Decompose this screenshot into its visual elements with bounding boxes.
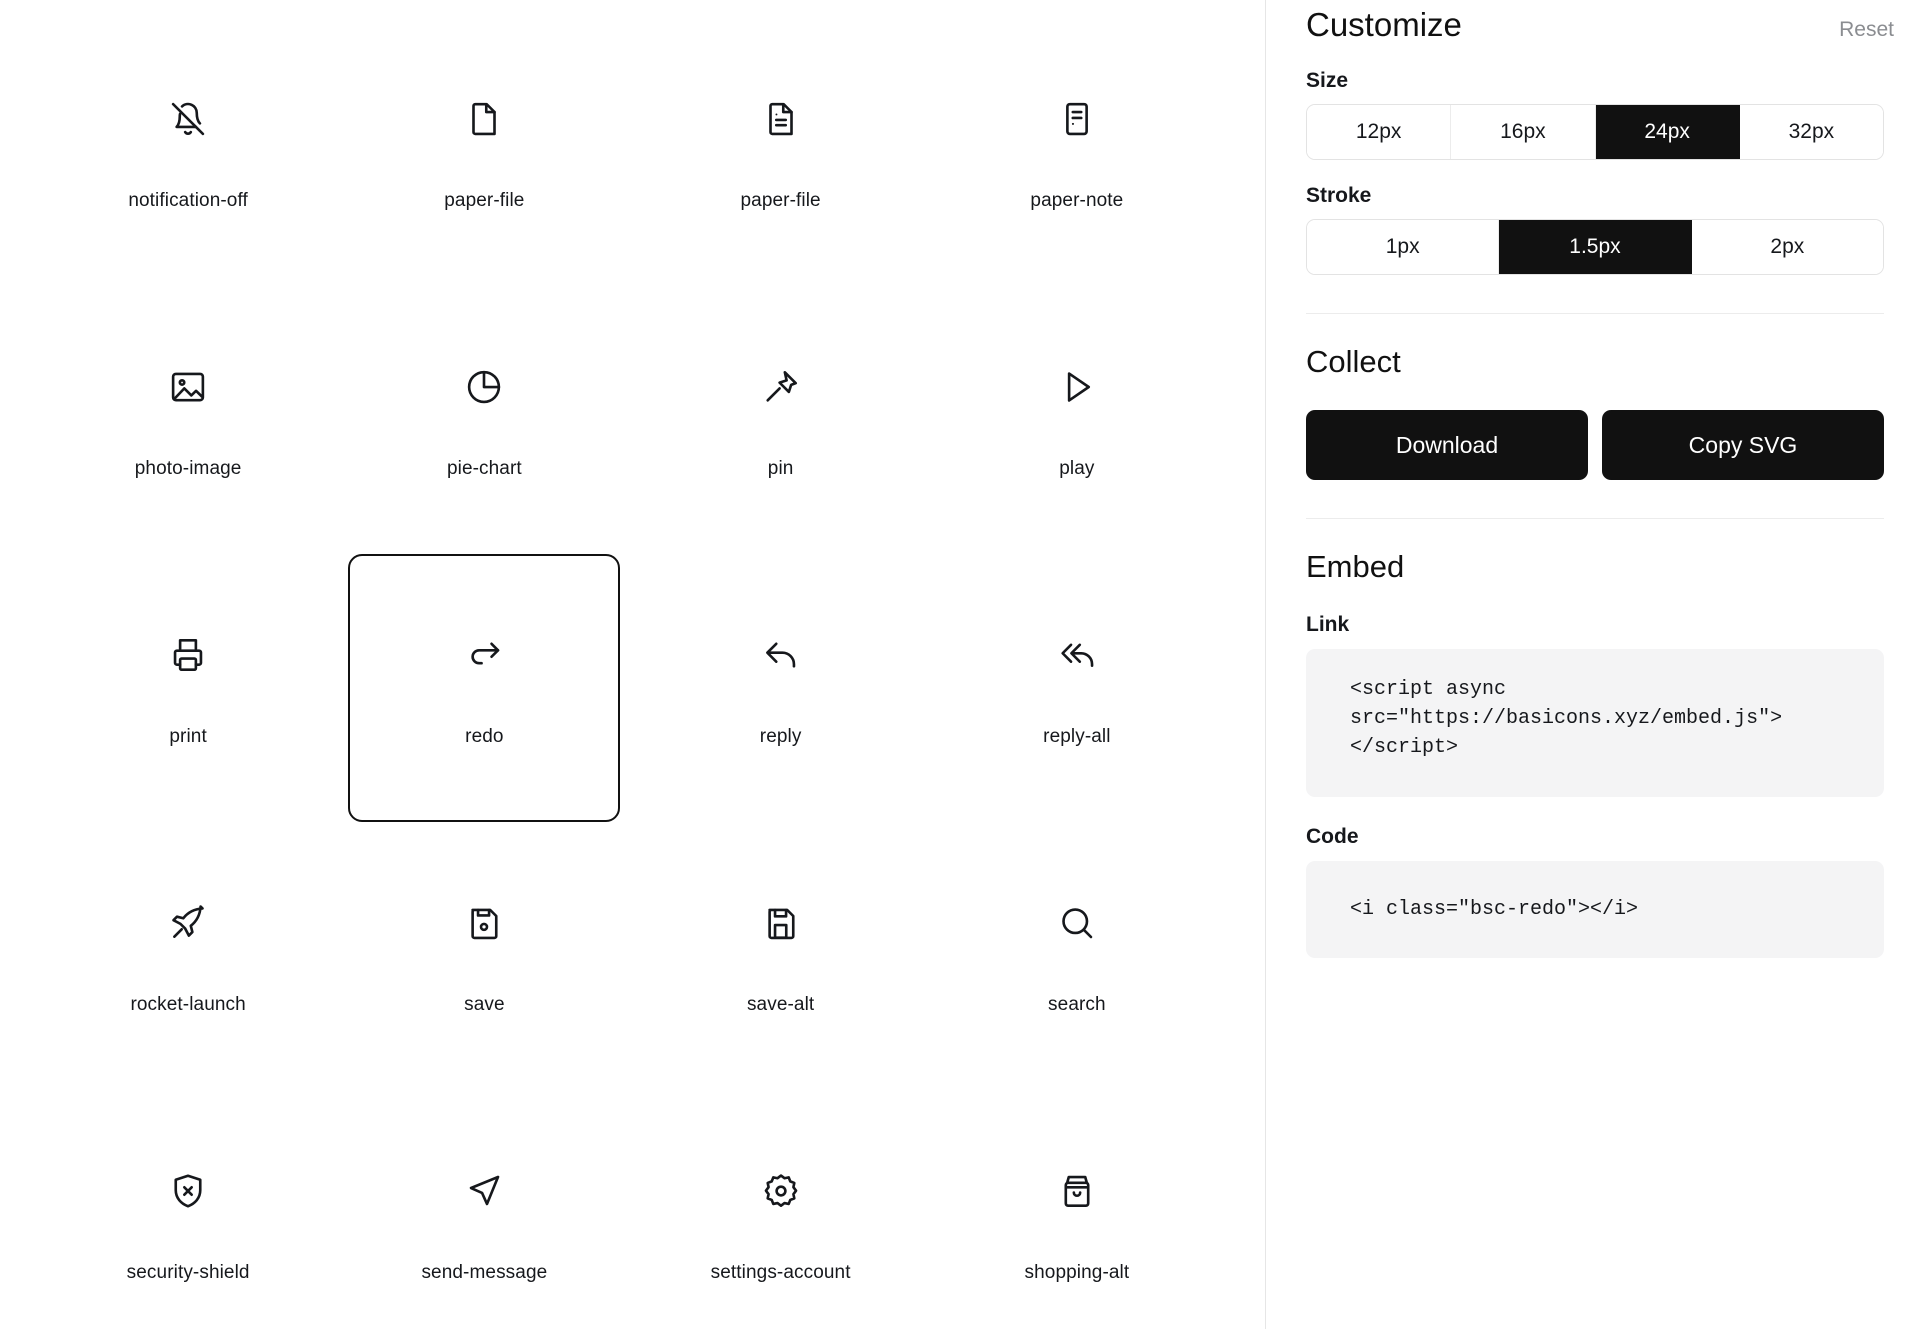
print-icon	[164, 631, 212, 679]
size-segmented-control[interactable]: 12px 16px 24px 32px	[1306, 104, 1884, 161]
stroke-segmented-control[interactable]: 1px 1.5px 2px	[1306, 219, 1884, 276]
settings-account-icon	[757, 1167, 805, 1215]
icon-label: security-shield	[126, 1261, 250, 1283]
icon-cell-save[interactable]: save	[348, 822, 620, 1090]
icon-label: paper-file	[444, 189, 525, 211]
icon-label: save-alt	[746, 993, 815, 1015]
photo-image-icon	[164, 363, 212, 411]
collect-section-title: Collect	[1306, 344, 1401, 380]
icon-label: settings-account	[710, 1261, 851, 1283]
icon-label: reply	[759, 725, 802, 747]
icon-label: notification-off	[128, 189, 248, 211]
stroke-option-2px[interactable]: 2px	[1691, 220, 1883, 275]
security-shield-icon	[164, 1167, 212, 1215]
icon-label: shopping-alt	[1024, 1261, 1130, 1283]
divider-collect	[1306, 313, 1884, 315]
icon-grid: notification-off paper-file paper-file pape…	[0, 0, 1265, 1329]
panel-header: Customize Reset	[1306, 0, 1894, 45]
icon-cell-send-message[interactable]: send-message	[348, 1090, 620, 1329]
reset-button[interactable]: Reset	[1839, 18, 1894, 42]
send-message-icon	[460, 1167, 508, 1215]
app-root: notification-off paper-file paper-file pape…	[0, 0, 1916, 1329]
size-label: Size	[1306, 69, 1349, 93]
icon-cell-paper-file-lines[interactable]: paper-file	[645, 18, 917, 286]
shopping-alt-icon	[1053, 1167, 1101, 1215]
copy-svg-button[interactable]: Copy SVG	[1602, 410, 1884, 481]
icon-label: save	[464, 993, 505, 1015]
icon-cell-paper-note[interactable]: paper-note	[941, 18, 1213, 286]
icon-cell-shopping-alt[interactable]: shopping-alt	[941, 1090, 1213, 1329]
reply-all-icon	[1053, 631, 1101, 679]
icon-grid-pane: notification-off paper-file paper-file pape…	[0, 0, 1266, 1329]
icon-cell-rocket-launch[interactable]: rocket-launch	[52, 822, 324, 1090]
size-option-12px[interactable]: 12px	[1307, 105, 1452, 160]
icon-label: rocket-launch	[130, 993, 246, 1015]
redo-icon	[460, 631, 508, 679]
rocket-launch-icon	[164, 899, 212, 947]
icon-label: pie-chart	[446, 457, 522, 479]
page-title: Customize	[1306, 6, 1462, 43]
code-label: Code	[1306, 825, 1359, 849]
icon-cell-print[interactable]: print	[52, 554, 324, 822]
size-option-32px[interactable]: 32px	[1739, 105, 1883, 160]
stroke-option-1-5px[interactable]: 1.5px	[1499, 220, 1692, 275]
icon-label: search	[1048, 993, 1106, 1015]
collect-button-row: Download Copy SVG	[1306, 410, 1894, 481]
icon-cell-save-alt[interactable]: save-alt	[645, 822, 917, 1090]
icon-label: play	[1059, 457, 1095, 479]
icon-cell-paper-file[interactable]: paper-file	[348, 18, 620, 286]
download-button[interactable]: Download	[1306, 410, 1588, 481]
icon-cell-search[interactable]: search	[941, 822, 1213, 1090]
notification-off-icon	[164, 95, 212, 143]
paper-file-lines-icon	[757, 95, 805, 143]
size-option-24px[interactable]: 24px	[1595, 105, 1740, 160]
stroke-label: Stroke	[1306, 184, 1372, 208]
icon-label: pin	[767, 457, 794, 479]
icon-cell-reply[interactable]: reply	[645, 554, 917, 822]
icon-cell-settings-account[interactable]: settings-account	[645, 1090, 917, 1329]
search-icon	[1053, 899, 1101, 947]
play-icon	[1053, 363, 1101, 411]
embed-code-snippet[interactable]: <i class="bsc-redo"></i>	[1306, 861, 1884, 959]
icon-label: redo	[465, 725, 504, 747]
paper-file-icon	[460, 95, 508, 143]
pin-icon	[757, 363, 805, 411]
save-alt-icon	[757, 899, 805, 947]
reply-icon	[757, 631, 805, 679]
paper-note-icon	[1053, 95, 1101, 143]
stroke-option-1px[interactable]: 1px	[1307, 220, 1500, 275]
customize-panel: Customize Reset Size 12px 16px 24px 32px St…	[1266, 0, 1916, 1329]
icon-label: send-message	[421, 1261, 548, 1283]
save-icon	[460, 899, 508, 947]
pie-chart-icon	[460, 363, 508, 411]
divider-embed	[1306, 518, 1884, 520]
icon-cell-play[interactable]: play	[941, 286, 1213, 554]
icon-cell-notification-off[interactable]: notification-off	[52, 18, 324, 286]
icon-cell-photo-image[interactable]: photo-image	[52, 286, 324, 554]
icon-label: photo-image	[134, 457, 242, 479]
icon-cell-redo[interactable]: redo	[348, 554, 621, 822]
icon-cell-security-shield[interactable]: security-shield	[52, 1090, 324, 1329]
icon-cell-pin[interactable]: pin	[645, 286, 917, 554]
embed-section-title: Embed	[1306, 549, 1405, 585]
icon-label: print	[169, 725, 207, 747]
icon-label: paper-file	[740, 189, 821, 211]
icon-cell-reply-all[interactable]: reply-all	[941, 554, 1213, 822]
icon-cell-pie-chart[interactable]: pie-chart	[348, 286, 620, 554]
embed-link-code[interactable]: <script async src="https://basicons.xyz/…	[1306, 649, 1884, 798]
icon-label: reply-all	[1043, 725, 1111, 747]
link-label: Link	[1306, 613, 1350, 637]
size-option-16px[interactable]: 16px	[1451, 105, 1596, 160]
icon-label: paper-note	[1030, 189, 1124, 211]
